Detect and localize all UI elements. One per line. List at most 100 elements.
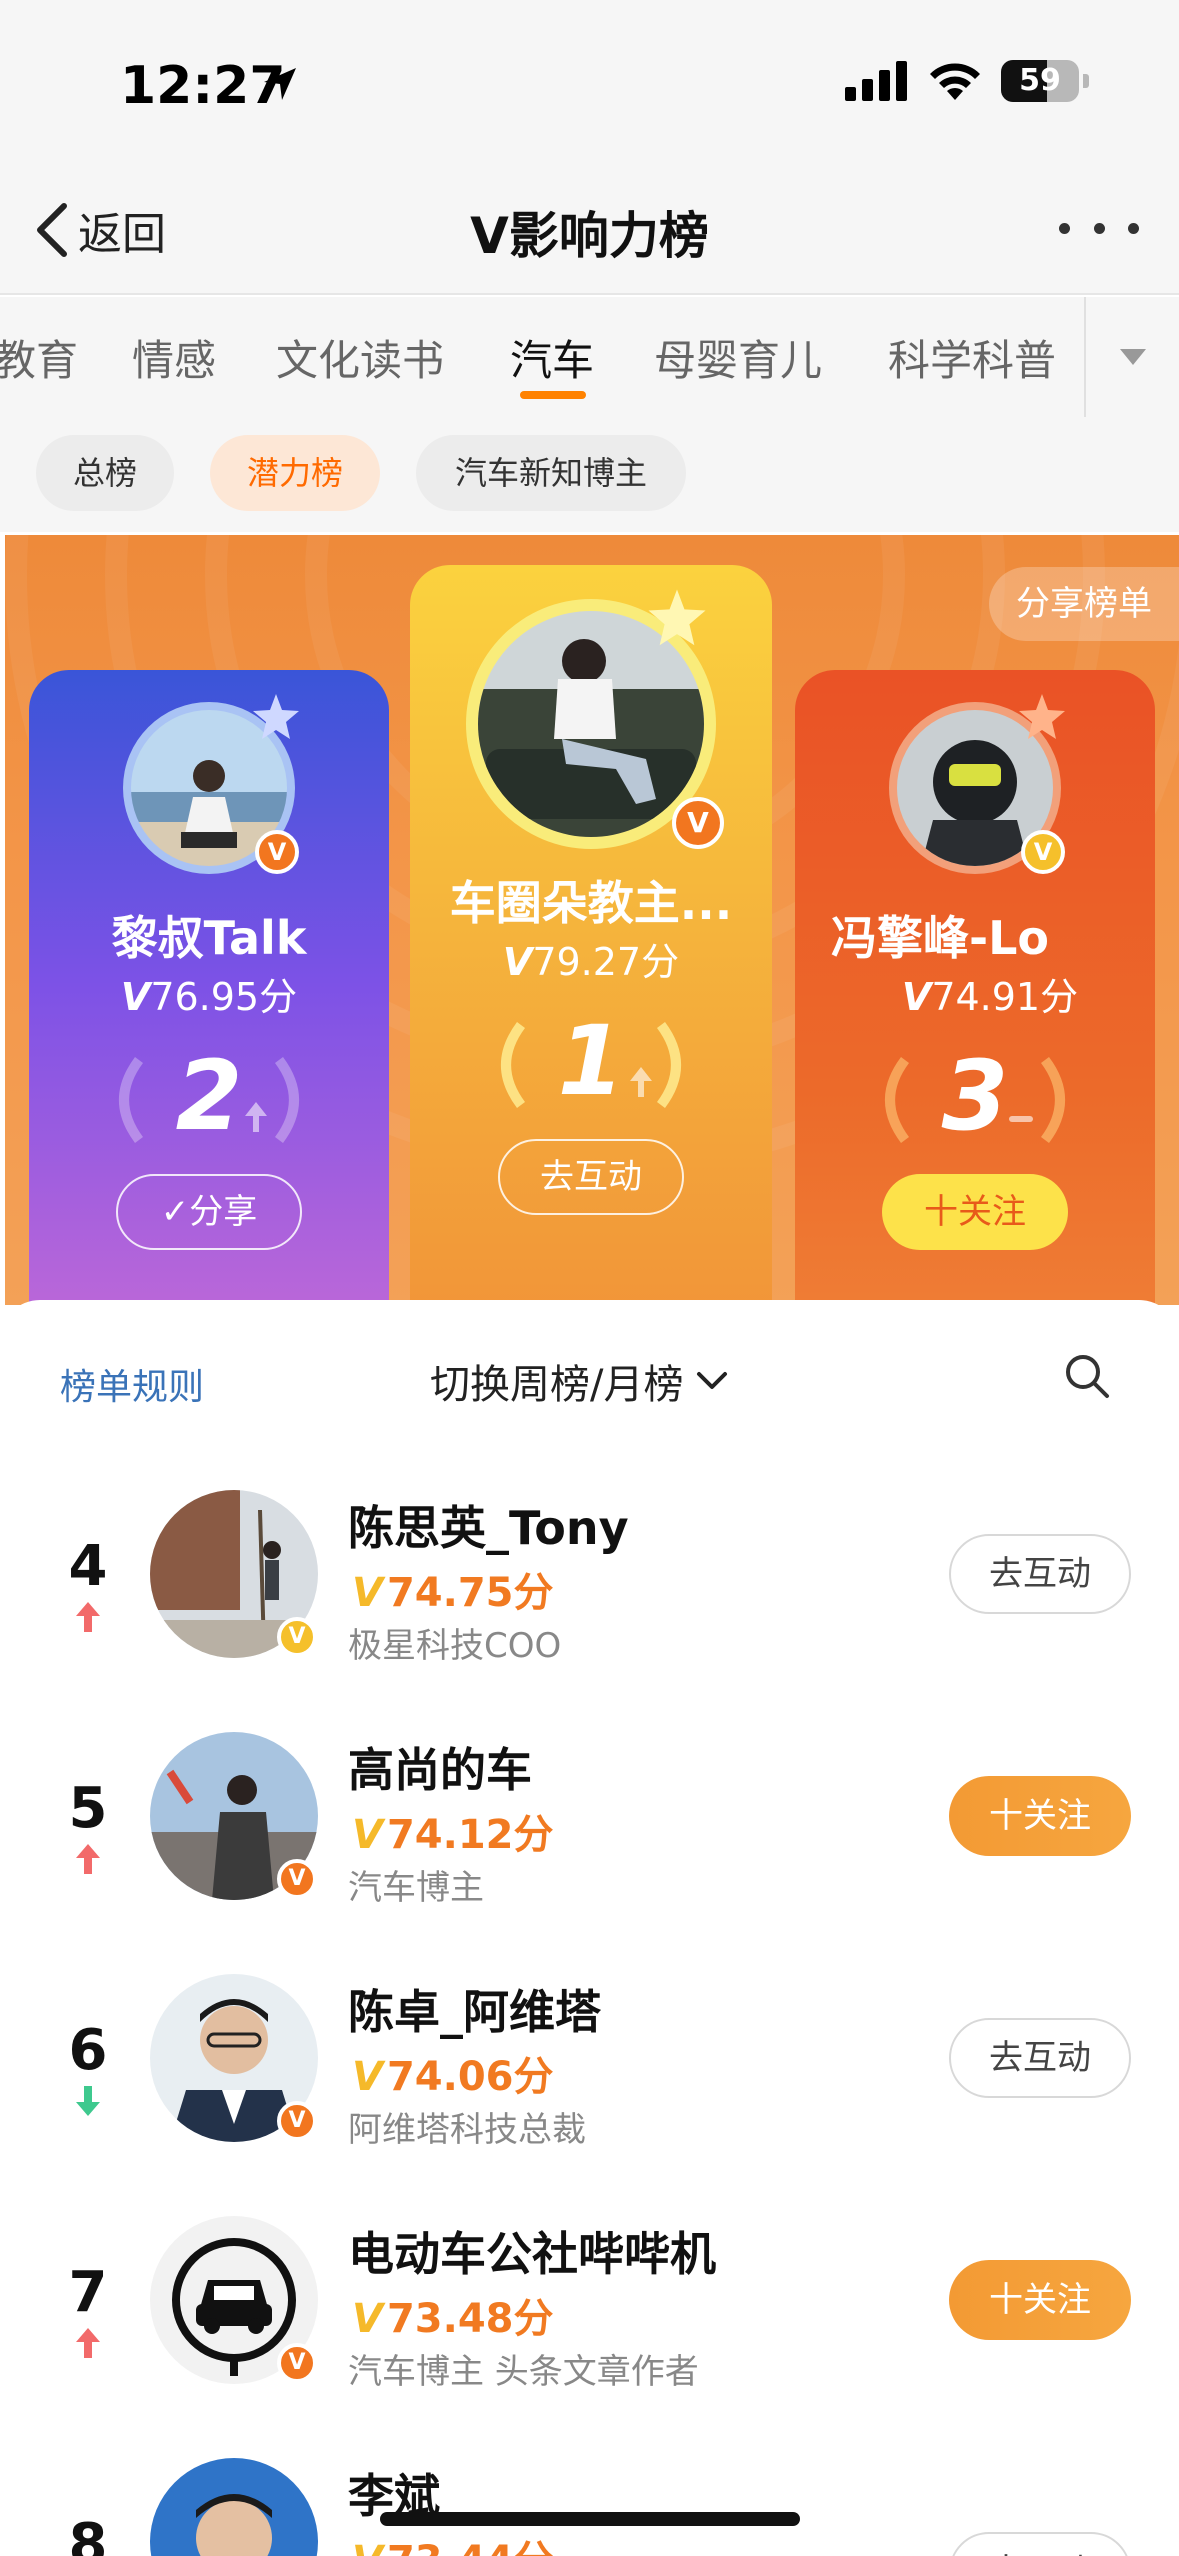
home-indicator bbox=[380, 2512, 800, 2526]
verified-v-icon: V bbox=[502, 940, 533, 984]
switch-period-button[interactable]: 切换周榜/月榜 bbox=[430, 1352, 729, 1410]
interact-button[interactable]: 去互动 bbox=[949, 2018, 1131, 2098]
list-item[interactable]: 8 李斌 V73.44分 去互动 bbox=[0, 2440, 1179, 2556]
status-bar: 12:27 59 bbox=[0, 0, 1179, 170]
triangle-down-icon bbox=[1119, 349, 1146, 365]
back-button[interactable]: 返回 bbox=[32, 198, 166, 262]
rank-number: 6 bbox=[68, 2018, 108, 2083]
tab-culture-reading[interactable]: 文化读书 bbox=[276, 327, 444, 388]
verified-v-icon: V bbox=[352, 2054, 383, 2100]
score: V73.44分 bbox=[352, 2528, 554, 2556]
podium-name[interactable]: 黎叔Talk bbox=[29, 902, 389, 968]
podium-rank: 2 bbox=[29, 1040, 389, 1160]
follow-button[interactable]: 十关注 bbox=[882, 1174, 1068, 1250]
tab-expand-button[interactable] bbox=[1084, 297, 1179, 417]
score: V 73.48分 bbox=[352, 2286, 554, 2344]
score-value: 74.12分 bbox=[386, 1812, 554, 1858]
status-indicators: 59 bbox=[845, 60, 1089, 102]
podium-score: V76.95分 bbox=[29, 966, 389, 1021]
rank-number: 8 bbox=[68, 2512, 108, 2556]
nav-bar: 返回 V影响力榜 bbox=[0, 170, 1179, 295]
verified-badge-icon: V bbox=[255, 830, 299, 874]
podium-score-value: 74.91分 bbox=[931, 975, 1079, 1019]
battery-icon: 59 bbox=[1001, 60, 1079, 102]
rank-number: 3 bbox=[941, 1040, 1009, 1152]
interact-button[interactable]: 去互动 bbox=[949, 2532, 1131, 2556]
tab-auto[interactable]: 汽车 bbox=[510, 327, 594, 388]
list-item[interactable]: 5 V 高尚的车 V 74.12分 汽车博主 十关注 bbox=[0, 1714, 1179, 1954]
subtab-auto-new-bloggers[interactable]: 汽车新知博主 bbox=[416, 435, 686, 511]
subtab-overall[interactable]: 总榜 bbox=[36, 435, 174, 511]
verified-v-icon: V bbox=[352, 2296, 383, 2342]
verified-v-icon: V bbox=[352, 1570, 383, 1616]
ranking-list-sheet: 榜单规则 切换周榜/月榜 4 V 陈思英_Tony V 74.75分 极星科技CO… bbox=[0, 1300, 1179, 2556]
dot-icon bbox=[1128, 222, 1139, 234]
rank-number: 2 bbox=[175, 1040, 243, 1152]
score-value: 73.44分 bbox=[387, 2538, 554, 2556]
podium-name[interactable]: 冯擎峰-Lo bbox=[795, 902, 1155, 968]
verified-badge-icon: V bbox=[672, 797, 724, 849]
star-icon bbox=[253, 694, 299, 739]
arrow-up-icon bbox=[630, 1067, 652, 1097]
trend-down-icon bbox=[76, 2086, 100, 2116]
share-list-button[interactable]: 分享榜单 bbox=[989, 567, 1179, 641]
list-item[interactable]: 4 V 陈思英_Tony V 74.75分 极星科技COO 去互动 bbox=[0, 1472, 1179, 1712]
page-title: V影响力榜 bbox=[470, 207, 709, 265]
wifi-icon bbox=[930, 63, 980, 100]
subtab-potential[interactable]: 潜力榜 bbox=[210, 435, 380, 511]
verified-badge-icon: V bbox=[1021, 830, 1065, 874]
user-description: 阿维塔科技总裁 bbox=[348, 2110, 586, 2150]
trend-up-icon bbox=[76, 1844, 100, 1874]
rank-number: 1 bbox=[557, 1005, 625, 1117]
podium-card-first: V 车圈朵教主... V79.27分 1 去互动 bbox=[410, 565, 772, 1305]
cellular-signal-icon bbox=[845, 61, 907, 101]
chevron-left-icon bbox=[37, 203, 67, 257]
more-options-button[interactable] bbox=[1059, 208, 1139, 248]
user-description: 汽车博主 头条文章作者 bbox=[348, 2352, 699, 2392]
podium-card-third: V 冯擎峰-Lo V74.91分 3 十关注 bbox=[795, 670, 1155, 1305]
podium-section: 分享榜单 V 黎叔Talk V76.95分 2 ✓分享 V 车圈朵教主... V… bbox=[5, 535, 1179, 1305]
follow-button[interactable]: 十关注 bbox=[949, 1776, 1131, 1856]
podium-name[interactable]: 车圈朵教主... bbox=[410, 867, 772, 933]
score: V 74.06分 bbox=[352, 2044, 554, 2102]
podium-rank: 3 bbox=[795, 1040, 1155, 1160]
podium-card-second: V 黎叔Talk V76.95分 2 ✓分享 bbox=[29, 670, 389, 1305]
rank-number: 4 bbox=[68, 1534, 108, 1599]
user-name[interactable]: 电动车公社哔哔机 bbox=[348, 2218, 716, 2284]
podium-score-value: 79.27分 bbox=[532, 940, 680, 984]
avatar[interactable] bbox=[150, 2458, 318, 2556]
dot-icon bbox=[1093, 222, 1105, 234]
share-button[interactable]: ✓分享 bbox=[116, 1174, 302, 1250]
trend-up-icon bbox=[76, 1602, 100, 1632]
star-icon bbox=[1019, 694, 1065, 739]
list-item[interactable]: 7 V 电动车公社哔哔机 V 73.48分 汽车博主 头条文章作者 十关注 bbox=[0, 2198, 1179, 2438]
no-change-icon bbox=[1009, 1116, 1033, 1122]
score-value: 74.75分 bbox=[386, 1570, 554, 1616]
user-description: 极星科技COO bbox=[348, 1626, 562, 1666]
score-value: 73.48分 bbox=[386, 2296, 554, 2342]
score: V 74.75分 bbox=[352, 1560, 554, 1618]
rules-link[interactable]: 榜单规则 bbox=[60, 1358, 204, 1410]
tab-parenting[interactable]: 母婴育儿 bbox=[654, 327, 822, 388]
verified-v-icon: V bbox=[901, 975, 932, 1019]
interact-button[interactable]: 去互动 bbox=[498, 1139, 684, 1215]
tab-emotion[interactable]: 情感 bbox=[132, 327, 216, 388]
list-item[interactable]: 6 V 陈卓_阿维塔 V 74.06分 阿维塔科技总裁 去互动 bbox=[0, 1956, 1179, 2196]
rank-number: 7 bbox=[68, 2260, 108, 2325]
podium-score-value: 76.95分 bbox=[150, 975, 298, 1019]
battery-percent: 59 bbox=[1019, 63, 1061, 98]
tab-education[interactable]: 教育 bbox=[0, 327, 78, 388]
verified-badge-icon: V bbox=[277, 2343, 317, 2383]
score-value: 74.06分 bbox=[386, 2054, 554, 2100]
search-button[interactable] bbox=[1063, 1352, 1111, 1404]
interact-button[interactable]: 去互动 bbox=[949, 1534, 1131, 1614]
user-name[interactable]: 高尚的车 bbox=[348, 1734, 532, 1800]
category-tabs: 教育 情感 文化读书 汽车 母婴育儿 科学科普 bbox=[0, 297, 1179, 417]
follow-button[interactable]: 十关注 bbox=[949, 2260, 1131, 2340]
user-name[interactable]: 陈思英_Tony bbox=[348, 1492, 629, 1558]
active-tab-indicator bbox=[520, 391, 586, 399]
tab-science[interactable]: 科学科普 bbox=[888, 327, 1056, 388]
user-name[interactable]: 陈卓_阿维塔 bbox=[348, 1976, 601, 2042]
score: V 74.12分 bbox=[352, 1802, 554, 1860]
podium-rank: 1 bbox=[410, 1005, 772, 1125]
